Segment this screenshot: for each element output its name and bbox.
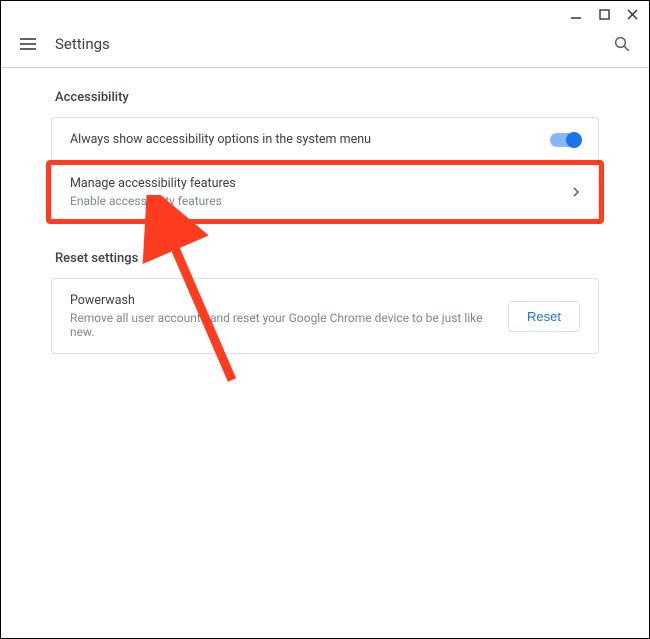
accessibility-section-title: Accessibility [51,90,599,105]
chevron-right-icon [573,187,580,197]
accessibility-card: Always show accessibility options in the… [51,117,599,223]
reset-section-title: Reset settings [51,251,599,266]
search-icon[interactable] [613,35,631,53]
reset-button[interactable]: Reset [508,301,580,332]
row-sublabel: Remove all user accounts and reset your … [70,311,508,339]
window-controls [1,1,649,23]
minimize-button[interactable] [569,7,583,21]
settings-content: Accessibility Always show accessibility … [1,68,649,376]
row-sublabel: Enable accessibility features [70,194,573,208]
always-show-accessibility-row[interactable]: Always show accessibility options in the… [52,118,598,162]
row-label: Powerwash [70,293,508,308]
maximize-button[interactable] [597,7,611,21]
row-label: Always show accessibility options in the… [70,132,550,147]
row-label: Manage accessibility features [70,176,573,191]
toggle-knob [566,132,582,148]
reset-card: Powerwash Remove all user accounts and r… [51,278,599,354]
manage-accessibility-row[interactable]: Manage accessibility features Enable acc… [52,162,598,222]
accessibility-toggle[interactable] [550,133,580,147]
app-header: Settings [1,23,649,68]
close-button[interactable] [625,7,639,21]
powerwash-row: Powerwash Remove all user accounts and r… [52,279,598,353]
hamburger-menu-icon[interactable] [19,35,37,53]
page-title: Settings [55,35,613,53]
